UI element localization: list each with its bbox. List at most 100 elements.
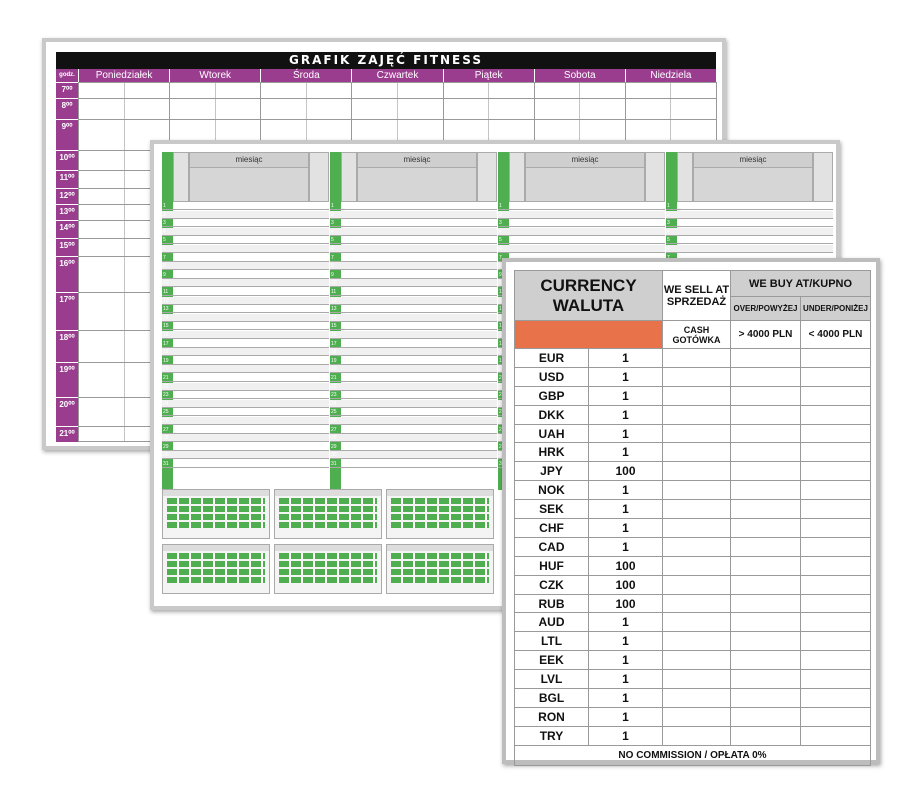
day-number: 9: [331, 271, 334, 278]
day-number: 17: [163, 340, 169, 347]
hour-column: 7⁰⁰ 8⁰⁰ 9⁰⁰ 10⁰⁰ 11⁰⁰ 12⁰⁰ 13⁰⁰ 14⁰⁰ 15⁰⁰ 16⁰⁰ 17⁰…: [56, 82, 78, 442]
day-row: 26: [162, 417, 329, 425]
sell-rate-cell: [662, 555, 731, 576]
day-rows: 1234567891011121314151617181920212223242…: [162, 202, 329, 490]
sell-rate-cell: [662, 536, 731, 557]
day-row: 3: [666, 219, 833, 228]
day-number: 15: [163, 323, 169, 330]
mini-month-title: [387, 545, 493, 551]
mini-week-row: [391, 553, 489, 559]
day-row: 9: [162, 271, 329, 279]
day-row: 4: [498, 227, 665, 236]
hour-label: 17⁰⁰: [56, 292, 78, 330]
mini-week-row: [167, 577, 265, 583]
hour-label: 20⁰⁰: [56, 397, 78, 426]
currency-row: CHF 1: [514, 518, 872, 538]
currency-unit: 100: [588, 461, 663, 482]
currency-unit: 1: [588, 650, 663, 671]
day-number: 2: [163, 211, 166, 218]
day-number: 5: [163, 237, 166, 244]
mini-week-row: [167, 569, 265, 575]
day-row: 16: [162, 331, 329, 339]
day-row: 28: [162, 434, 329, 443]
grid-hline: [78, 82, 716, 83]
day-row: 14: [162, 313, 329, 322]
day-number: 4: [667, 228, 670, 235]
mini-week-row: [279, 553, 377, 559]
mini-week-row: [279, 577, 377, 583]
currency-code: JPY: [514, 461, 589, 482]
day-label: Sobota: [533, 69, 625, 82]
sell-rate-cell: [662, 612, 731, 633]
day-row: 21: [162, 374, 329, 382]
day-row: 25: [330, 408, 497, 417]
currency-row: NOK 1: [514, 480, 872, 501]
day-row: 11: [330, 288, 497, 296]
day-row: 3: [498, 219, 665, 228]
sell-rate-cell: [662, 650, 731, 671]
currency-row: AUD 1: [514, 612, 872, 633]
buy-over-rate-cell: [730, 461, 801, 482]
mini-week-row: [391, 569, 489, 575]
day-row: 22: [162, 382, 329, 391]
currency-unit: 1: [588, 536, 663, 557]
currency-title-line2: WALUTA: [552, 295, 625, 315]
day-row: 1: [330, 202, 497, 210]
mini-week-row: [391, 577, 489, 583]
mini-week-row: [279, 498, 377, 504]
currency-row: LTL 1: [514, 631, 872, 652]
currency-code: LVL: [514, 669, 589, 690]
currency-row: EUR 1: [514, 348, 872, 368]
fitness-title: GRAFIK ZAJĘĆ FITNESS: [56, 52, 716, 69]
day-row: 27: [162, 426, 329, 434]
day-row: 20: [162, 365, 329, 374]
day-header-cell: [341, 152, 357, 202]
day-label: Wtorek: [169, 69, 260, 82]
day-number: 21: [163, 375, 169, 381]
currency-code: GBP: [514, 385, 589, 406]
buy-over-rate-cell: [730, 650, 801, 671]
notes-header-cell: [645, 152, 665, 202]
under-amount: < 4000 PLN: [799, 320, 872, 349]
day-number: 31: [331, 461, 337, 467]
mini-week-row: [279, 561, 377, 567]
day-row: 2: [666, 210, 833, 219]
mini-week-row: [279, 522, 377, 528]
day-number: 30: [331, 452, 337, 459]
buy-over-rate-cell: [730, 423, 801, 444]
buy-under-rate-cell: [799, 480, 872, 501]
sell-rate-cell: [662, 461, 731, 482]
day-number: 4: [163, 228, 166, 235]
currency-unit: 1: [588, 366, 663, 387]
day-number: 5: [667, 237, 670, 244]
day-row: 5: [666, 236, 833, 245]
currency-unit: 1: [588, 442, 663, 463]
hour-label: 9⁰⁰: [56, 119, 78, 150]
day-number: 18: [331, 349, 337, 356]
day-row: 12: [162, 296, 329, 305]
day-row: 12: [330, 296, 497, 305]
day-row: 8: [330, 262, 497, 271]
currency-code: AUD: [514, 612, 589, 633]
buy-under-rate-cell: [799, 555, 872, 576]
currency-row: BGL 1: [514, 688, 872, 708]
buy-under-rate-cell: [799, 574, 872, 595]
day-header-cell: [173, 152, 189, 202]
day-row: 9: [330, 271, 497, 279]
mini-week-row: [279, 506, 377, 512]
day-row: 30: [330, 451, 497, 460]
buy-over-rate-cell: [730, 480, 801, 501]
mini-week-row: [391, 514, 489, 520]
month-header: miesiąc: [525, 152, 645, 202]
day-row: 10: [330, 279, 497, 288]
day-number: 1: [163, 203, 166, 209]
currency-unit: 1: [588, 423, 663, 444]
day-row: 28: [330, 434, 497, 443]
day-label: Niedziela: [624, 69, 716, 82]
day-number: 19: [163, 357, 169, 364]
currency-code: HRK: [514, 442, 589, 463]
mini-month-calendar: [274, 489, 382, 539]
mini-week-row: [279, 514, 377, 520]
day-number: 2: [667, 211, 670, 218]
day-number: 28: [163, 435, 169, 442]
